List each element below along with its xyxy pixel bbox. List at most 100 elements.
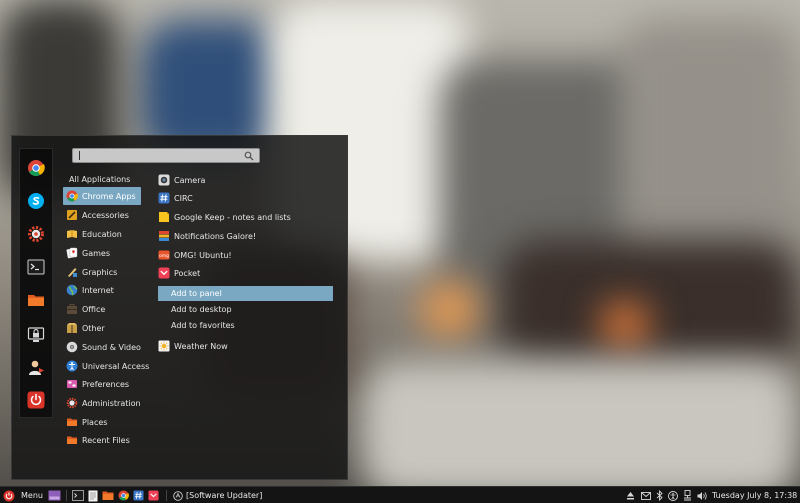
app-google-keep[interactable]: Google Keep - notes and lists: [158, 208, 291, 226]
menu-button[interactable]: Menu: [3, 489, 43, 502]
show-desktop-button[interactable]: [48, 489, 61, 502]
app-omg-ubuntu[interactable]: omg OMG! Ubuntu!: [158, 246, 232, 264]
category-label: Internet: [82, 285, 114, 295]
menu-label: Menu: [21, 491, 43, 500]
logout-favorite[interactable]: [25, 357, 47, 379]
launcher-chrome[interactable]: [118, 489, 129, 502]
category-label: Office: [82, 304, 106, 314]
context-add-to-panel[interactable]: Add to panel: [158, 286, 333, 301]
app-label: Google Keep - notes and lists: [174, 212, 291, 222]
bluetooth-icon: [656, 490, 663, 501]
chrome-favorite[interactable]: [25, 157, 47, 179]
category-label: Accessories: [82, 210, 129, 220]
category-label: Universal Access: [82, 361, 150, 371]
games-icon: [66, 247, 78, 259]
chrome-icon: [118, 490, 129, 501]
category-internet[interactable]: Internet: [63, 281, 141, 299]
tray-removable-drives[interactable]: [626, 489, 635, 502]
category-chrome-apps[interactable]: Chrome Apps: [63, 187, 141, 205]
tray-messages[interactable]: [641, 489, 651, 502]
category-office[interactable]: Office: [63, 300, 141, 318]
category-places[interactable]: Places: [63, 413, 141, 431]
category-accessories[interactable]: Accessories: [63, 206, 141, 224]
category-label: Recent Files: [82, 435, 130, 445]
category-graphics[interactable]: Graphics: [63, 263, 141, 281]
launcher-circ[interactable]: [133, 489, 144, 502]
search-box[interactable]: [72, 148, 260, 163]
shutdown-favorite[interactable]: [25, 389, 47, 411]
settings-favorite[interactable]: [25, 223, 47, 245]
menu-logo-icon: [3, 490, 15, 501]
graphics-icon: [67, 268, 77, 277]
accessibility-icon: [66, 360, 78, 372]
taskbar-separator: [66, 490, 67, 501]
office-icon: [67, 304, 77, 314]
app-notifications-galore[interactable]: Notifications Galore!: [158, 227, 256, 245]
category-all-applications[interactable]: All Applications: [63, 170, 141, 188]
launcher-pocket[interactable]: [148, 489, 159, 502]
skype-icon: [28, 193, 44, 209]
app-weather-now[interactable]: Weather Now: [158, 337, 228, 355]
folder-icon: [67, 418, 77, 426]
window-software-updater[interactable]: [Software Updater]: [173, 489, 262, 502]
lock-screen-favorite[interactable]: [25, 324, 47, 346]
chrome-icon: [66, 190, 78, 202]
category-label: Preferences: [82, 379, 130, 389]
context-add-to-favorites[interactable]: Add to favorites: [158, 318, 333, 333]
terminal-favorite[interactable]: [25, 256, 47, 278]
lock-screen-icon: [27, 327, 45, 342]
folder-icon: [102, 491, 114, 500]
tray-network[interactable]: [683, 489, 692, 502]
tray-volume[interactable]: [697, 489, 708, 502]
app-circ[interactable]: CIRC: [158, 189, 193, 207]
files-favorite[interactable]: [25, 289, 47, 311]
google-keep-icon: [159, 212, 169, 222]
weather-sun-icon: [158, 340, 170, 352]
circ-hash-icon: [133, 490, 144, 501]
text-editor-icon: [88, 490, 98, 501]
launcher-files[interactable]: [102, 489, 114, 502]
category-label: Other: [82, 323, 105, 333]
context-label: Add to panel: [171, 289, 222, 298]
category-label: Chrome Apps: [82, 191, 136, 201]
app-label: Weather Now: [174, 341, 228, 351]
pocket-icon: [158, 267, 170, 279]
administration-gear-icon: [66, 397, 78, 409]
launcher-text-editor[interactable]: [88, 489, 98, 502]
app-camera[interactable]: Camera: [158, 171, 205, 189]
app-label: CIRC: [174, 193, 193, 203]
favorites-sidebar: [19, 148, 53, 418]
context-add-to-desktop[interactable]: Add to desktop: [158, 302, 333, 317]
tray-bluetooth[interactable]: [656, 489, 663, 502]
eject-icon: [627, 491, 634, 499]
svg-text:omg: omg: [159, 254, 169, 259]
category-label: All Applications: [69, 174, 131, 184]
category-label: Sound & Video: [82, 342, 141, 352]
taskbar-separator: [166, 490, 167, 501]
category-sound-video[interactable]: Sound & Video: [63, 338, 141, 356]
text-cursor: [79, 151, 80, 160]
category-administration[interactable]: Administration: [63, 394, 141, 412]
category-label: Administration: [82, 398, 141, 408]
clock[interactable]: Tuesday July 8, 17:38: [712, 489, 797, 502]
accessories-icon: [67, 210, 77, 220]
tray-accessibility[interactable]: [668, 489, 678, 502]
clock-text: Tuesday July 8, 17:38: [712, 491, 798, 500]
skype-favorite[interactable]: [25, 190, 47, 212]
terminal-icon: [27, 259, 45, 275]
category-education[interactable]: Education: [63, 225, 141, 243]
category-universal-access[interactable]: Universal Access: [63, 357, 149, 375]
pocket-icon: [148, 490, 159, 501]
category-other[interactable]: Other: [63, 319, 141, 337]
context-label: Add to desktop: [171, 305, 232, 314]
category-label: Graphics: [82, 267, 118, 277]
search-input[interactable]: [77, 150, 237, 161]
category-label: Education: [82, 229, 122, 239]
launcher-terminal[interactable]: [72, 489, 84, 502]
category-games[interactable]: Games: [63, 244, 141, 262]
notifications-galore-icon: [159, 231, 169, 241]
app-label: OMG! Ubuntu!: [174, 250, 232, 260]
category-recent-files[interactable]: Recent Files: [63, 431, 141, 449]
app-pocket[interactable]: Pocket: [158, 264, 200, 282]
category-preferences[interactable]: Preferences: [63, 375, 141, 393]
